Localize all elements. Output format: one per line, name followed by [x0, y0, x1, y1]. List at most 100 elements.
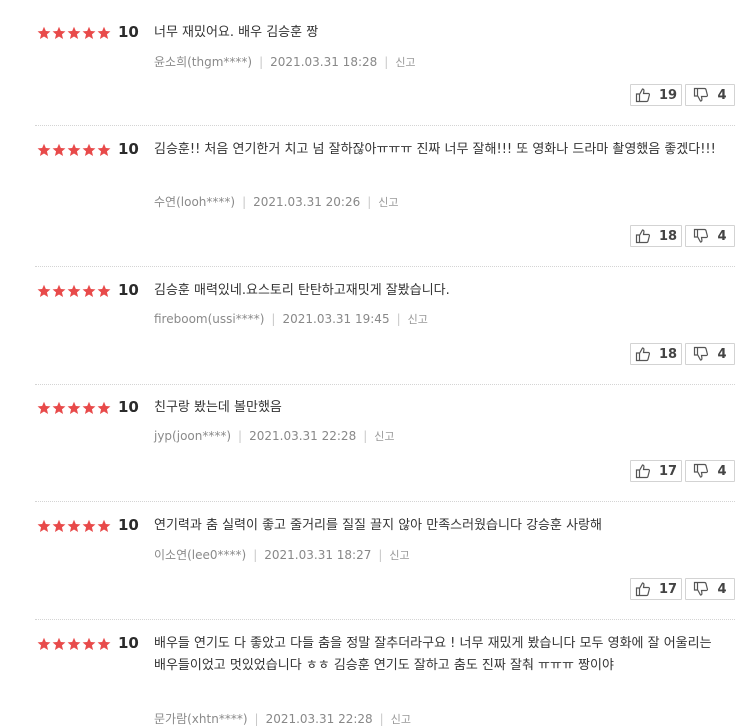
- star-icon: [82, 637, 96, 650]
- star-icon: [67, 26, 81, 39]
- star-icon: [52, 284, 66, 297]
- star-rating: [37, 637, 112, 651]
- review-author: 윤소희(thgm****): [154, 55, 253, 69]
- like-button[interactable]: 18: [630, 225, 682, 247]
- star-icon: [82, 284, 96, 297]
- review-meta: 문가람(xhtn****) | 2021.03.31 22:28 | 신고: [154, 710, 411, 727]
- star-icon: [82, 143, 96, 156]
- review-score: 10: [118, 634, 139, 652]
- review-divider: [35, 501, 735, 502]
- review-meta: fireboom(ussi****) | 2021.03.31 19:45 | 신고: [154, 311, 428, 327]
- review-meta: 수연(looh****) | 2021.03.31 20:26 | 신고: [154, 193, 399, 210]
- meta-divider: |: [253, 548, 258, 562]
- star-rating: [37, 401, 112, 415]
- star-rating: [37, 26, 112, 40]
- dislike-count: 4: [717, 346, 727, 362]
- star-icon: [97, 401, 111, 414]
- star-icon: [37, 519, 51, 532]
- dislike-button[interactable]: 4: [685, 343, 735, 365]
- review-date: 2021.03.31 22:28: [265, 712, 373, 726]
- like-button[interactable]: 17: [630, 578, 682, 600]
- review-date: 2021.03.31 19:45: [282, 312, 390, 326]
- review-author: 이소연(lee0****): [154, 548, 247, 562]
- star-icon: [82, 519, 96, 532]
- like-count: 19: [658, 87, 678, 103]
- star-icon: [67, 519, 81, 532]
- report-link[interactable]: 신고: [378, 196, 398, 209]
- review-divider: [35, 125, 735, 126]
- meta-divider: |: [242, 195, 247, 209]
- star-rating: [37, 143, 112, 157]
- review-meta: 윤소희(thgm****) | 2021.03.31 18:28 | 신고: [154, 53, 416, 70]
- review-date: 2021.03.31 18:28: [270, 55, 378, 69]
- star-icon: [37, 637, 51, 650]
- dislike-count: 4: [717, 581, 727, 597]
- review-score: 10: [118, 398, 139, 416]
- review-divider: [35, 384, 735, 385]
- thumbs-up-icon: [635, 229, 650, 244]
- review-meta: jyp(joon****) | 2021.03.31 22:28 | 신고: [154, 428, 395, 444]
- thumbs-up-icon: [635, 582, 650, 597]
- star-icon: [52, 401, 66, 414]
- star-icon: [97, 637, 111, 650]
- report-link[interactable]: 신고: [374, 430, 394, 443]
- meta-divider: |: [396, 312, 401, 326]
- meta-divider: |: [379, 712, 384, 726]
- star-icon: [82, 26, 96, 39]
- thumbs-up-icon: [635, 347, 650, 362]
- dislike-button[interactable]: 4: [685, 578, 735, 600]
- thumbs-down-icon: [694, 346, 709, 361]
- review-text: 김승훈!! 처음 연기한거 치고 넘 잘하잖아ㅠㅠㅠ 진짜 너무 잘해!!! 또…: [154, 142, 716, 157]
- meta-divider: |: [254, 712, 259, 726]
- review-score: 10: [118, 281, 139, 299]
- report-link[interactable]: 신고: [389, 549, 409, 562]
- like-count: 18: [658, 228, 678, 244]
- report-link[interactable]: 신고: [391, 713, 411, 726]
- thumbs-down-icon: [694, 581, 709, 596]
- dislike-count: 4: [717, 87, 727, 103]
- thumbs-down-icon: [694, 87, 709, 102]
- star-icon: [37, 143, 51, 156]
- review-divider: [35, 266, 735, 267]
- review-author: 수연(looh****): [154, 195, 236, 209]
- review-date: 2021.03.31 18:27: [264, 548, 372, 562]
- like-button[interactable]: 18: [630, 343, 682, 365]
- dislike-count: 4: [717, 228, 727, 244]
- meta-divider: |: [238, 429, 243, 443]
- report-link[interactable]: 신고: [395, 56, 415, 69]
- vote-buttons: 18 4: [630, 225, 735, 247]
- star-icon: [37, 401, 51, 414]
- review-author: fireboom(ussi****): [154, 312, 265, 326]
- thumbs-up-icon: [635, 88, 650, 103]
- report-link[interactable]: 신고: [408, 313, 428, 326]
- like-button[interactable]: 19: [630, 84, 682, 106]
- dislike-button[interactable]: 4: [685, 225, 735, 247]
- star-icon: [52, 519, 66, 532]
- review-text: 친구랑 봤는데 볼만했음: [154, 400, 282, 415]
- meta-divider: |: [367, 195, 372, 209]
- vote-buttons: 19 4: [630, 84, 735, 106]
- star-icon: [37, 284, 51, 297]
- star-icon: [52, 143, 66, 156]
- star-rating: [37, 284, 112, 298]
- vote-buttons: 18 4: [630, 343, 735, 365]
- review-text: 김승훈 매력있네.요스토리 탄탄하고재밋게 잘봤습니다.: [154, 283, 450, 298]
- star-icon: [52, 26, 66, 39]
- meta-divider: |: [384, 55, 389, 69]
- star-icon: [67, 284, 81, 297]
- vote-buttons: 17 4: [630, 578, 735, 600]
- review-text: 배우들 연기도 다 좋았고 다들 춤을 정말 잘추더라구요 ! 너무 재밌게 봤…: [154, 636, 712, 673]
- like-button[interactable]: 17: [630, 460, 682, 482]
- review-date: 2021.03.31 20:26: [253, 195, 361, 209]
- review-score: 10: [118, 516, 139, 534]
- review-author: jyp(joon****): [154, 429, 232, 443]
- star-icon: [97, 519, 111, 532]
- review-text: 연기력과 춤 실력이 좋고 줄거리를 질질 끌지 않아 만족스러웠습니다 강승훈…: [154, 518, 602, 533]
- review-divider: [35, 619, 735, 620]
- dislike-button[interactable]: 4: [685, 84, 735, 106]
- star-icon: [67, 637, 81, 650]
- dislike-button[interactable]: 4: [685, 460, 735, 482]
- meta-divider: |: [363, 429, 368, 443]
- meta-divider: |: [259, 55, 264, 69]
- review-date: 2021.03.31 22:28: [249, 429, 357, 443]
